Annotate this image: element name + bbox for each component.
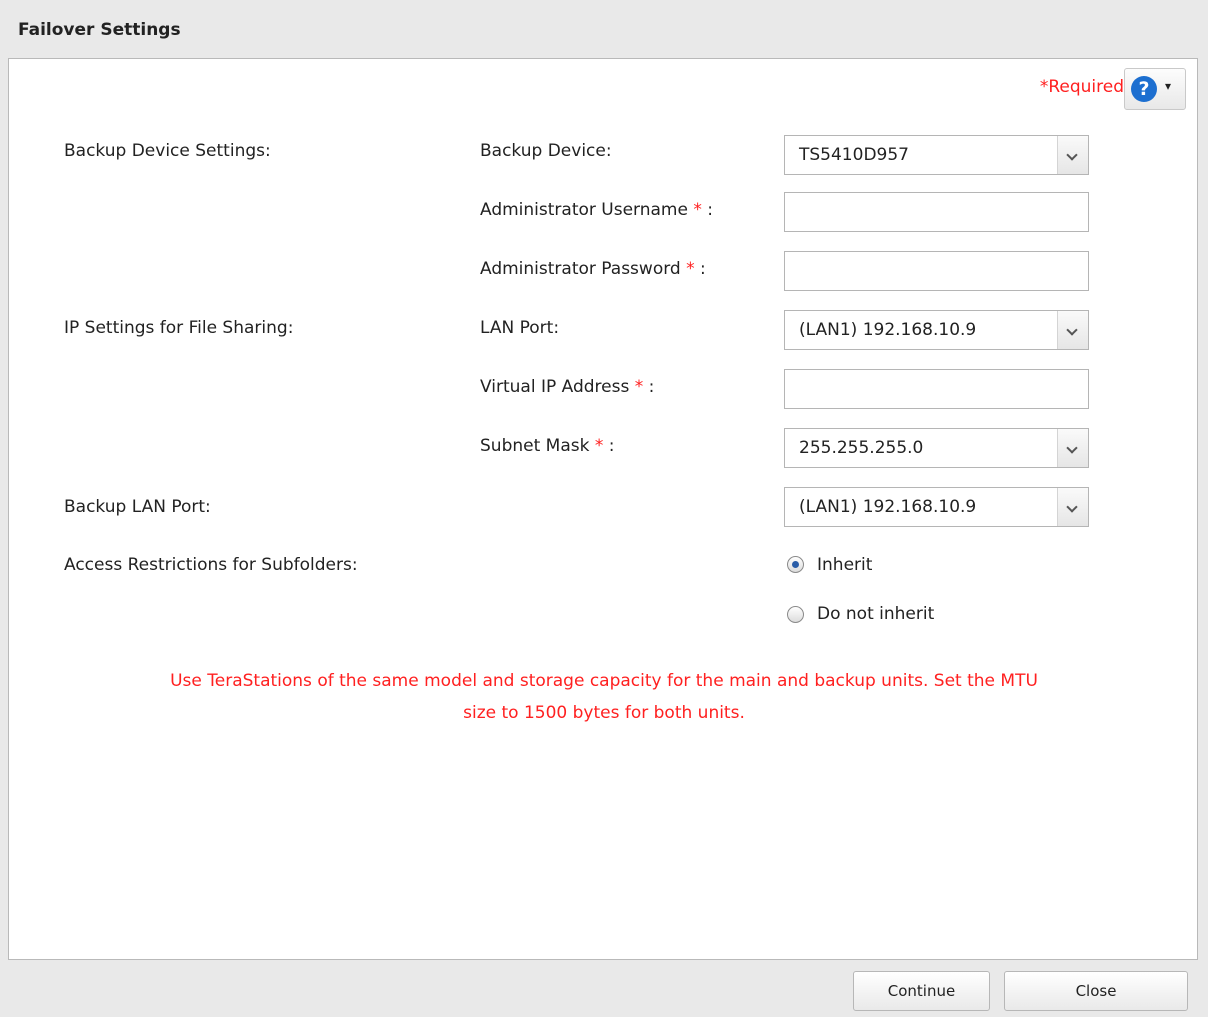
do-not-inherit-radio[interactable] [787,606,804,623]
required-asterisk: * [693,200,702,220]
subnet-mask-label: Subnet Mask * : [480,436,615,456]
dropdown-arrow-icon[interactable] [1057,488,1088,526]
dialog-title: Failover Settings [18,20,181,40]
lan-port-select[interactable]: (LAN1) 192.168.10.9 [784,310,1089,350]
warning-note-line2: size to 1500 bytes for both units. [463,703,745,723]
required-asterisk: * [594,436,604,456]
lan-port-value: (LAN1) 192.168.10.9 [799,320,977,340]
subnet-mask-select[interactable]: 255.255.255.0 [784,428,1089,468]
question-circle-icon: ? [1131,76,1157,102]
inherit-radio[interactable] [787,556,804,573]
lan-port-label: LAN Port: [480,318,560,338]
backup-device-value: TS5410D957 [799,145,909,165]
backup-device-label: Backup Device: [480,141,612,161]
warning-note: Use TeraStations of the same model and s… [20,665,1188,729]
required-asterisk: * [686,259,695,279]
subnet-mask-value: 255.255.255.0 [799,438,924,458]
admin-username-label: Administrator Username * : [480,200,713,220]
dropdown-arrow-icon[interactable] [1057,429,1088,467]
admin-password-label: Administrator Password * : [480,259,706,279]
failover-settings-dialog: Failover Settings *Required ? ▾ Backup D… [0,0,1208,1017]
admin-password-input[interactable] [784,251,1089,291]
backup-lan-port-label: Backup LAN Port: [64,497,211,517]
virtual-ip-input[interactable] [784,369,1089,409]
access-restrictions-label: Access Restrictions for Subfolders: [64,555,358,575]
close-button[interactable]: Close [1004,971,1188,1011]
help-button[interactable]: ? ▾ [1124,68,1186,110]
backup-lan-port-value: (LAN1) 192.168.10.9 [799,497,977,517]
chevron-down-icon: ▾ [1165,79,1172,93]
virtual-ip-label: Virtual IP Address * : [480,377,655,397]
inherit-radio-label[interactable]: Inherit [817,555,872,575]
admin-username-input[interactable] [784,192,1089,232]
backup-device-select[interactable]: TS5410D957 [784,135,1089,175]
required-asterisk: * [634,377,644,397]
required-legend: *Required [1039,77,1124,97]
do-not-inherit-radio-label[interactable]: Do not inherit [817,604,934,624]
warning-note-line1: Use TeraStations of the same model and s… [170,671,1038,691]
dropdown-arrow-icon[interactable] [1057,136,1088,174]
dropdown-arrow-icon[interactable] [1057,311,1088,349]
continue-button[interactable]: Continue [853,971,990,1011]
section-label-backup-device: Backup Device Settings: [64,141,271,161]
backup-lan-port-select[interactable]: (LAN1) 192.168.10.9 [784,487,1089,527]
section-label-ip-settings: IP Settings for File Sharing: [64,318,294,338]
